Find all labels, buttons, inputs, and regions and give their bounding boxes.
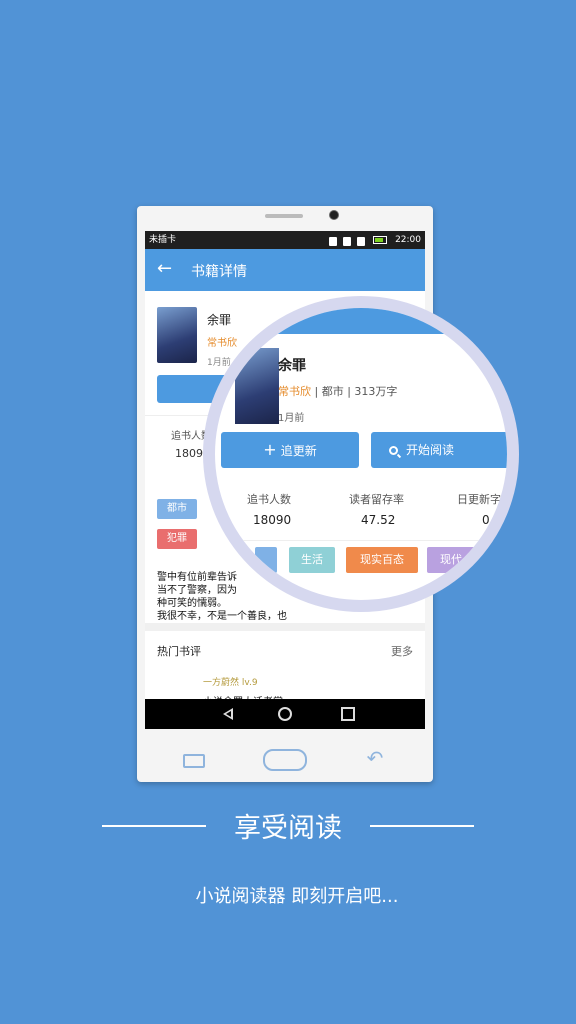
hot-reviews-title: 热门书评 (157, 645, 201, 658)
magnified-length: 313万字 (354, 385, 398, 398)
description-line: 我很不幸，不是一个善良，也 (157, 611, 287, 622)
page-title: 书籍详情 (191, 264, 247, 280)
magnified-genre: 都市 (321, 385, 344, 398)
nav-home-icon[interactable] (278, 707, 292, 721)
start-reading-button[interactable]: 开始阅读 (371, 432, 507, 468)
stat-label-retention: 读者留存率 (349, 493, 404, 506)
tag-xiandai[interactable]: 现代 (427, 547, 475, 573)
nav-back-icon[interactable] (221, 707, 235, 721)
wifi-icon (329, 237, 337, 246)
magnified-book-cover (235, 348, 279, 424)
tag-xianshi-baitai[interactable]: 现实百态 (346, 547, 418, 573)
tag-fanzui[interactable]: 犯罪 (157, 529, 197, 549)
book-cover-image (157, 307, 197, 363)
stat-value-retention: 47.52 (361, 513, 396, 527)
carrier-label: 未插卡 (149, 235, 177, 245)
hardware-home-icon (263, 749, 307, 771)
hardware-back-icon: ↶ (366, 746, 384, 770)
phone-camera (329, 210, 339, 220)
follow-button-label: 追更新 (280, 444, 317, 458)
status-time: 22:00 (395, 235, 421, 245)
headline-rule-left (102, 825, 206, 827)
headline-rule-right (370, 825, 474, 827)
hardware-keys: ↶ (137, 734, 433, 782)
magnifier-lens: 余罪 常书欣 | 都市 | 313万字 1月前 + 追更新 开始阅读 追书人数 读… (215, 308, 507, 600)
tag-shenghuo[interactable]: 生活 (289, 547, 335, 573)
arrow-left-icon[interactable]: ← (157, 258, 172, 280)
book-updated: 1月前 (207, 358, 231, 368)
promo-headline: 享受阅读 (234, 813, 342, 844)
plus-icon: + (263, 440, 277, 459)
phone-speaker (265, 214, 303, 218)
stat-label-daily-words: 日更新字 (457, 493, 501, 506)
nav-recent-icon[interactable] (341, 707, 355, 721)
magnified-author[interactable]: 常书欣 (278, 385, 311, 398)
meta-separator: | (314, 385, 322, 398)
stat-value-followers: 18090 (253, 513, 292, 527)
status-bar: 未插卡 22:00 (145, 231, 425, 249)
search-icon (389, 446, 398, 455)
magnified-book-title: 余罪 (278, 358, 306, 374)
magnified-app-bar (215, 308, 507, 334)
hot-reviews-more-link[interactable]: 更多 (391, 643, 413, 659)
book-author[interactable]: 常书欣 (207, 334, 237, 349)
sim-icon (356, 237, 365, 246)
hardware-recent-icon (183, 754, 205, 768)
magnified-tag-partial[interactable] (255, 547, 277, 573)
android-nav-bar (145, 699, 425, 729)
app-bar: ← 书籍详情 (145, 249, 425, 291)
stat-label-followers: 追书人数 (247, 493, 291, 506)
stat-value-daily-words: 0 (482, 513, 490, 527)
magnified-updated: 1月前 (278, 413, 305, 424)
magnifier-ring: 余罪 常书欣 | 都市 | 313万字 1月前 + 追更新 开始阅读 追书人数 读… (203, 296, 519, 612)
review-user[interactable]: 一方蔚然 lv.9 (203, 675, 258, 688)
promo-subtitle: 小说阅读器 即刻开启吧... (195, 886, 399, 907)
follow-button[interactable]: + 追更新 (221, 432, 359, 468)
signal-icon (342, 237, 351, 246)
tag-dushi[interactable]: 都市 (157, 499, 197, 519)
battery-icon (373, 236, 387, 244)
section-separator (145, 623, 425, 631)
magnified-book-meta: 常书欣 | 都市 | 313万字 (278, 383, 397, 399)
start-reading-label: 开始阅读 (406, 443, 455, 457)
magnified-divider (215, 540, 507, 541)
